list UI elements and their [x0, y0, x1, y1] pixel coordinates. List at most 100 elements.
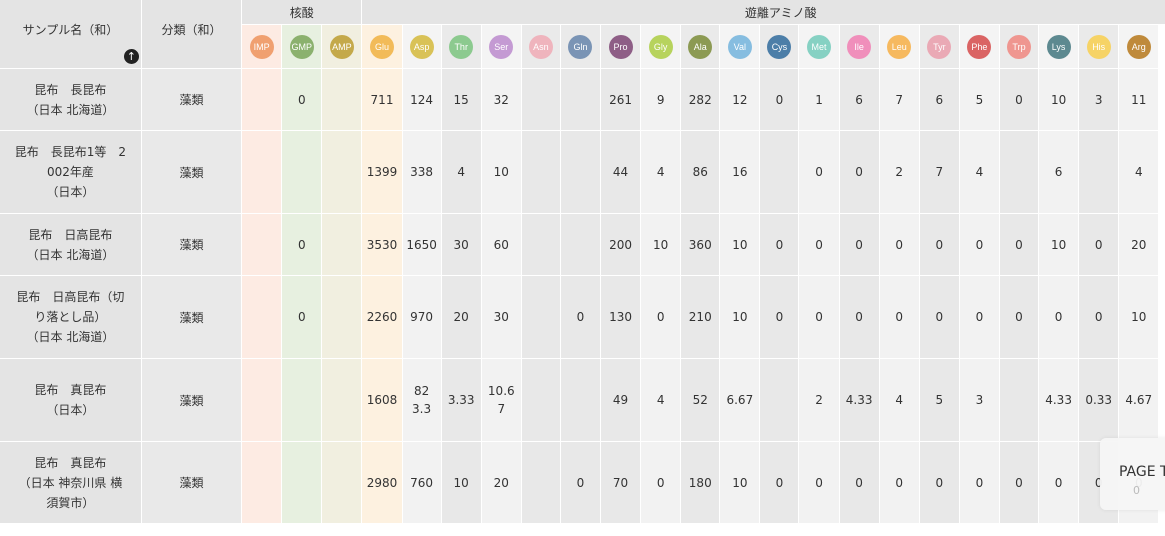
value-cell-trp	[999, 130, 1040, 214]
page-top-widget[interactable]: PAGE T 0	[1100, 438, 1165, 510]
sample-name-line: 昆布 長昆布1等 2	[14, 145, 127, 159]
sample-name-cell[interactable]: 昆布 真昆布 （日本）	[0, 358, 142, 442]
value-cell-thr: 20	[441, 275, 482, 359]
column-header-tyr[interactable]: Tyr	[919, 24, 960, 69]
value-cell-arg: 4.67	[1118, 358, 1160, 442]
value-cell-tyr: 0	[919, 213, 960, 276]
value-cell-ile: 0	[839, 275, 880, 359]
column-header-imp[interactable]: IMP	[241, 24, 283, 69]
value-cell-gmp: 0	[281, 68, 323, 131]
value-cell-phe: 0	[959, 275, 1000, 359]
value-cell-trp: 0	[999, 275, 1040, 359]
sample-name-line: り落とし品）	[34, 310, 107, 324]
value-cell-val: 10	[719, 213, 761, 276]
table-row[interactable]: 昆布 長昆布1等 2 002年産 （日本） 藻類 1399 338 4 10 44 4 86 16 0 0…	[0, 130, 1165, 214]
value-cell-ile: 6	[839, 68, 880, 131]
value-cell-cys	[759, 358, 800, 442]
category-cell: 藻類	[141, 441, 243, 524]
column-header-amp[interactable]: AMP	[321, 24, 363, 69]
value-cell-thr: 4	[441, 130, 482, 214]
value-cell-val: 12	[719, 68, 761, 131]
value-cell-leu: 0	[879, 275, 920, 359]
gmp-badge-icon: GMP	[289, 34, 314, 59]
sample-name-cell[interactable]: 昆布 日高昆布（切 り落とし品） （日本 北海道）	[0, 275, 142, 359]
value-cell-leu: 7	[879, 68, 920, 131]
value-cell-his: 0	[1078, 213, 1120, 276]
table-row[interactable]: 昆布 日高昆布 （日本 北海道） 藻類 0 3530 1650 30 60 200 10 360 10…	[0, 213, 1165, 276]
value-cell-gly: 9	[640, 68, 682, 131]
value-cell-asn	[521, 358, 561, 442]
column-header-asn[interactable]: Asn	[521, 24, 561, 69]
sample-name-line: （日本）	[46, 185, 95, 199]
column-header-his[interactable]: His	[1078, 24, 1120, 69]
phe-badge-icon: Phe	[967, 34, 992, 59]
column-header-thr[interactable]: Thr	[441, 24, 482, 69]
value-cell-leu: 0	[879, 213, 920, 276]
glu-badge-icon: Glu	[370, 34, 394, 59]
column-header-ala[interactable]: Ala	[680, 24, 721, 69]
value-cell-cys	[759, 130, 800, 214]
value-cell-trp: 0	[999, 213, 1040, 276]
value-cell-phe: 0	[959, 213, 1000, 276]
value-cell-val: 6.67	[719, 358, 761, 442]
column-header-pro[interactable]: Pro	[600, 24, 642, 69]
column-header-gln[interactable]: Gln	[560, 24, 602, 69]
gly-badge-icon: Gly	[648, 34, 673, 59]
value-cell-ser: 60	[481, 213, 522, 276]
table-row[interactable]: 昆布 真昆布 （日本） 藻類 1608 823.3 3.33 10.67 49 4 52 6.67 2…	[0, 358, 1165, 442]
column-header-glu[interactable]: Glu	[361, 24, 403, 69]
sample-name-line: 昆布 真昆布	[34, 383, 107, 397]
table-row[interactable]: 昆布 長昆布 （日本 北海道） 藻類 0 711 124 15 32 261 9 282 12 0 1 6 7…	[0, 68, 1165, 131]
sample-name-cell[interactable]: 昆布 長昆布1等 2 002年産 （日本）	[0, 130, 142, 214]
sample-name-line: （日本 北海道）	[26, 330, 115, 344]
value-cell-tyr: 0	[919, 441, 960, 524]
column-header-ser[interactable]: Ser	[481, 24, 522, 69]
column-header-ile[interactable]: Ile	[839, 24, 880, 69]
thr-badge-icon: Thr	[449, 34, 474, 59]
column-header-gmp[interactable]: GMP	[281, 24, 323, 69]
value-cell-gly: 10	[640, 213, 682, 276]
column-header-arg[interactable]: Arg	[1118, 24, 1160, 69]
value-cell-gln: 0	[560, 441, 602, 524]
column-header-leu[interactable]: Leu	[879, 24, 920, 69]
category-cell: 藻類	[141, 68, 243, 131]
table-row[interactable]: 昆布 日高昆布（切 り落とし品） （日本 北海道） 藻類 0 2260 970 20 30 0 13…	[0, 275, 1165, 359]
value-cell-imp	[241, 358, 283, 442]
value-cell-asn	[521, 130, 561, 214]
value-cell-met: 2	[798, 358, 840, 442]
column-header-trp[interactable]: Trp	[999, 24, 1040, 69]
sample-name-line: 昆布 長昆布	[34, 82, 107, 97]
value-cell-ala: 52	[680, 358, 721, 442]
column-header-phe[interactable]: Phe	[959, 24, 1000, 69]
sample-name-line: 昆布 真昆布	[34, 455, 107, 470]
value-cell-cys: 0	[759, 213, 800, 276]
column-header-val[interactable]: Val	[719, 24, 761, 69]
column-header-met[interactable]: Met	[798, 24, 840, 69]
sample-name-cell[interactable]: 昆布 長昆布 （日本 北海道）	[0, 68, 142, 131]
sample-name-cell[interactable]: 昆布 日高昆布 （日本 北海道）	[0, 213, 142, 276]
value-cell-met: 0	[798, 130, 840, 214]
value-cell-val: 16	[719, 130, 761, 214]
column-header-gly[interactable]: Gly	[640, 24, 682, 69]
value-cell-gmp: 0	[281, 213, 323, 276]
value-cell-ala: 282	[680, 68, 721, 131]
value-cell-gly: 4	[640, 358, 682, 442]
value-cell-arg: 20	[1118, 213, 1160, 276]
sample-name-header[interactable]: サンプル名（和） ↑	[0, 0, 142, 69]
table-row[interactable]: 昆布 真昆布 （日本 神奈川県 横須賀市） 藻類 2980 760 10 20 0 70 0 180…	[0, 441, 1165, 524]
arrow-up-icon[interactable]: ↑	[123, 49, 139, 64]
column-header-asp[interactable]: Asp	[402, 24, 442, 69]
trp-badge-icon: Trp	[1007, 34, 1031, 59]
column-header-lys[interactable]: Lys	[1038, 24, 1080, 69]
value-cell-lys: 6	[1038, 130, 1080, 214]
sample-name-cell[interactable]: 昆布 真昆布 （日本 神奈川県 横須賀市）	[0, 441, 142, 524]
value-cell-his: 0	[1078, 275, 1120, 359]
category-header[interactable]: 分類（和）	[141, 0, 243, 69]
sample-name-line: （日本 北海道）	[26, 102, 115, 117]
value-cell-phe: 0	[959, 441, 1000, 524]
value-cell-leu: 2	[879, 130, 920, 214]
sample-name-line: 須賀市）	[46, 495, 95, 510]
pro-badge-icon: Pro	[608, 34, 633, 59]
value-cell-ile: 0	[839, 441, 880, 524]
column-header-cys[interactable]: Cys	[759, 24, 800, 69]
